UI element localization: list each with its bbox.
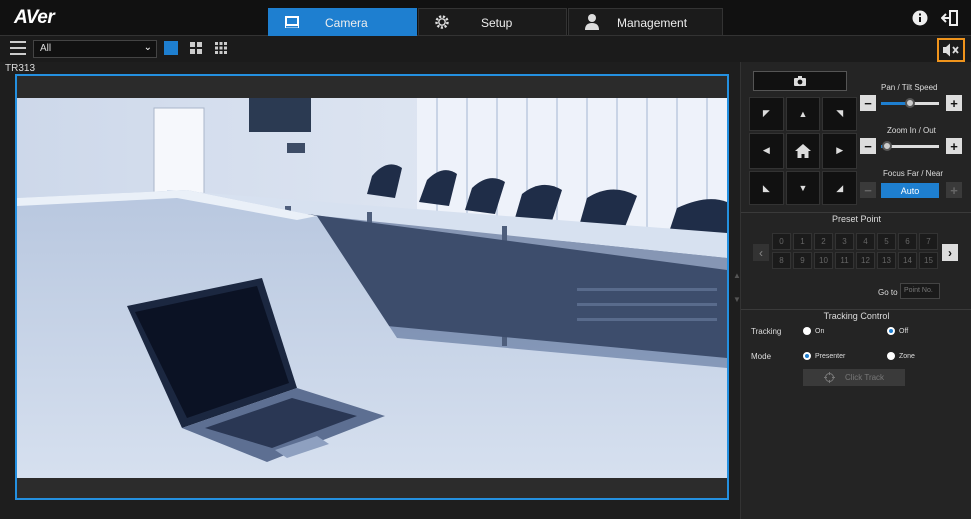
aver-logo: AVer <box>14 7 55 28</box>
mode-label: Mode <box>751 352 772 361</box>
ptz-right-button[interactable]: ▶ <box>822 132 857 170</box>
focus-label: Focus Far / Near <box>883 169 944 178</box>
pan-tilt-speed-decrease-button[interactable]: − <box>860 95 876 111</box>
preset-point-button[interactable]: 3 <box>835 233 854 250</box>
click-track-button[interactable]: Click Track <box>803 369 905 386</box>
ptz-home-button[interactable] <box>785 132 821 170</box>
tracking-off-label: Off <box>899 327 909 335</box>
preset-prev-button[interactable]: ‹ <box>753 244 769 261</box>
preset-point-button[interactable]: 9 <box>793 252 812 269</box>
tracking-on-radio[interactable]: On <box>803 327 824 335</box>
ptz-up-left-button[interactable]: ◤ <box>749 97 784 131</box>
mute-button[interactable] <box>937 38 965 62</box>
chevron-down-icon: ⌄ <box>143 42 152 53</box>
user-icon <box>585 14 599 30</box>
pan-tilt-speed-label: Pan / Tilt Speed <box>881 83 938 92</box>
preset-point-header: Preset Point <box>741 212 971 224</box>
tab-management-label: Management <box>617 16 688 30</box>
radio-selected-icon <box>887 327 895 335</box>
video-status-strip <box>17 480 727 498</box>
logout-button[interactable] <box>941 9 959 27</box>
preset-point-button[interactable]: 7 <box>919 233 938 250</box>
layout-single-button[interactable] <box>164 41 178 55</box>
menu-icon[interactable] <box>10 41 26 55</box>
radio-selected-icon <box>803 352 811 360</box>
zoom-speed-slider[interactable] <box>881 141 939 151</box>
focus-near-button[interactable]: + <box>946 182 962 198</box>
ptz-down-button[interactable]: ▼ <box>785 171 821 205</box>
preset-point-button[interactable]: 5 <box>877 233 896 250</box>
logout-icon <box>941 10 958 26</box>
top-navigation-bar: AVer Camera Setup Management <box>0 0 971 36</box>
layout-nine-button[interactable] <box>214 41 228 55</box>
preset-point-button[interactable]: 4 <box>856 233 875 250</box>
pan-tilt-speed-increase-button[interactable]: + <box>946 95 962 111</box>
preset-point-button[interactable]: 10 <box>814 252 833 269</box>
zoom-speed-thumb[interactable] <box>881 141 892 151</box>
target-icon <box>823 372 835 383</box>
ptz-down-right-button[interactable]: ◢ <box>822 171 857 205</box>
preset-point-grid: 0 1 2 3 4 5 6 7 8 9 10 11 12 13 14 15 <box>772 233 938 269</box>
mode-presenter-radio[interactable]: Presenter <box>803 352 845 360</box>
ptz-up-right-button[interactable]: ◥ <box>822 97 857 131</box>
mode-zone-radio[interactable]: Zone <box>887 352 915 360</box>
preset-next-button[interactable]: › <box>942 244 958 261</box>
ptz-direction-pad: ◤ ▲ ◥ ◀ ▶ ◣ ▼ ◢ <box>749 97 857 205</box>
zoom-label: Zoom In / Out <box>887 126 936 135</box>
gear-icon <box>435 15 449 29</box>
preset-point-button[interactable]: 15 <box>919 252 938 269</box>
preset-point-button[interactable]: 2 <box>814 233 833 250</box>
tracking-off-radio[interactable]: Off <box>887 327 908 335</box>
mode-zone-label: Zone <box>899 352 915 360</box>
goto-point-input[interactable]: Point No. <box>900 283 940 299</box>
goto-label: Go to <box>878 288 898 297</box>
radio-unselected-icon <box>887 352 895 360</box>
view-toolbar: All ⌄ <box>0 36 971 62</box>
click-track-label: Click Track <box>844 373 885 382</box>
camera-control-panel: ◤ ▲ ◥ ◀ ▶ ◣ ▼ ◢ Pan / Tilt Speed − + Zoo… <box>740 62 971 519</box>
camera-group-value: All <box>40 43 52 54</box>
focus-auto-button[interactable]: Auto <box>881 183 939 198</box>
camera-name: TR313 <box>5 63 36 74</box>
speaker-mute-icon <box>943 43 959 57</box>
info-button[interactable] <box>911 9 929 27</box>
preset-point-button[interactable]: 12 <box>856 252 875 269</box>
zoom-in-button[interactable]: + <box>946 138 962 154</box>
snapshot-button[interactable] <box>753 71 847 91</box>
tab-management[interactable]: Management <box>568 8 723 36</box>
preset-point-button[interactable]: 8 <box>772 252 791 269</box>
preset-point-button[interactable]: 13 <box>877 252 896 269</box>
home-icon <box>794 143 811 158</box>
layout-quad-button[interactable] <box>189 41 203 55</box>
info-icon <box>912 10 928 26</box>
tracking-control-header: Tracking Control <box>741 309 971 321</box>
video-feed-image <box>17 98 727 478</box>
mode-presenter-label: Presenter <box>815 352 846 360</box>
preset-point-button[interactable]: 0 <box>772 233 791 250</box>
ptz-up-button[interactable]: ▲ <box>785 97 821 131</box>
preset-point-button[interactable]: 11 <box>835 252 854 269</box>
tab-camera[interactable]: Camera <box>268 8 417 36</box>
radio-unselected-icon <box>803 327 811 335</box>
preset-point-button[interactable]: 14 <box>898 252 917 269</box>
tab-setup[interactable]: Setup <box>418 8 567 36</box>
focus-far-button[interactable]: − <box>860 182 876 198</box>
pan-tilt-speed-slider[interactable] <box>881 98 939 108</box>
ptz-down-left-button[interactable]: ◣ <box>749 171 784 205</box>
tab-setup-label: Setup <box>481 16 513 30</box>
camera-icon <box>285 16 299 28</box>
zoom-out-button[interactable]: − <box>860 138 876 154</box>
tab-camera-label: Camera <box>325 16 368 30</box>
top-right-actions <box>911 9 959 27</box>
preset-point-button[interactable]: 1 <box>793 233 812 250</box>
tracking-label: Tracking <box>751 327 782 336</box>
preset-point-button[interactable]: 6 <box>898 233 917 250</box>
app-window: AVer Camera Setup Management All ⌄ TR313… <box>0 0 971 519</box>
pan-tilt-speed-thumb[interactable] <box>905 98 915 108</box>
ptz-left-button[interactable]: ◀ <box>749 132 784 170</box>
tracking-on-label: On <box>815 327 825 335</box>
snapshot-camera-icon <box>794 76 806 86</box>
camera-video-view[interactable] <box>15 74 729 500</box>
camera-group-select[interactable]: All ⌄ <box>33 40 157 58</box>
